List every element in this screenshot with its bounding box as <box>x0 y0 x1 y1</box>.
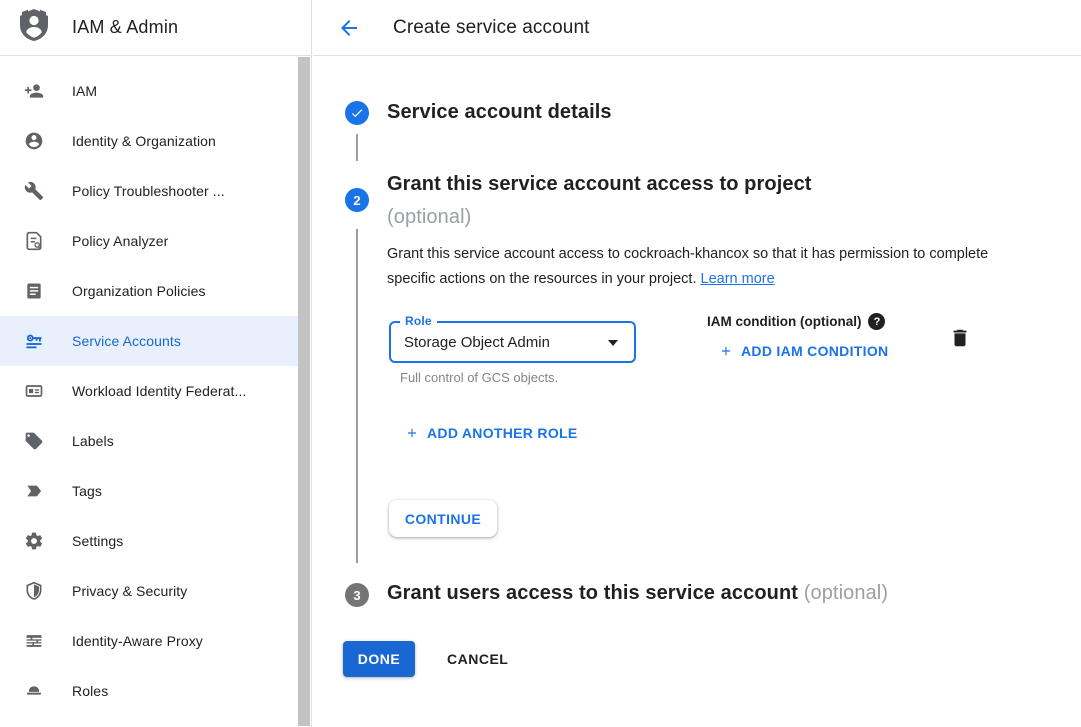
sidebar-item-privacy-security[interactable]: Privacy & Security <box>0 566 299 616</box>
continue-button[interactable]: CONTINUE <box>389 500 497 537</box>
proxy-icon <box>24 631 44 651</box>
role-select-value: Storage Object Admin <box>404 334 550 351</box>
wrench-icon <box>24 181 44 201</box>
help-icon[interactable]: ? <box>868 313 885 330</box>
sidebar-item-policy-troubleshooter[interactable]: Policy Troubleshooter ... <box>0 166 299 216</box>
sidebar-item-label: Policy Troubleshooter ... <box>72 183 225 199</box>
product-title: IAM & Admin <box>72 17 178 38</box>
dropdown-caret-icon <box>608 340 618 346</box>
card-icon <box>24 381 44 401</box>
delete-role-button[interactable] <box>949 326 971 350</box>
sidebar-item-labels[interactable]: Labels <box>0 416 299 466</box>
step3-number-badge: 3 <box>345 583 369 607</box>
page-title: Create service account <box>393 17 590 39</box>
sidebar-item-roles[interactable]: Roles <box>0 666 299 716</box>
sidebar-item-tags[interactable]: Tags <box>0 466 299 516</box>
step2-title[interactable]: Grant this service account access to pro… <box>387 168 812 234</box>
step2-description-text: Grant this service account access to coc… <box>387 246 988 287</box>
shield-half-icon <box>24 581 44 601</box>
sidebar-item-label: Service Accounts <box>72 333 181 349</box>
sidebar-item-iam[interactable]: IAM <box>0 66 299 116</box>
sidebar-item-label: Labels <box>72 433 114 449</box>
sidebar-item-policy-analyzer[interactable]: Policy Analyzer <box>0 216 299 266</box>
sidebar-item-label: Identity-Aware Proxy <box>72 633 203 649</box>
add-iam-condition-label: ADD IAM CONDITION <box>741 343 888 359</box>
step2-title-text: Grant this service account access to pro… <box>387 173 812 195</box>
account-circle-icon <box>24 131 44 151</box>
add-another-role-label: ADD ANOTHER ROLE <box>427 425 578 441</box>
sidebar: IAM & Admin IAM Identity & Organization … <box>0 0 312 727</box>
step3-title[interactable]: Grant users access to this service accou… <box>387 582 888 605</box>
step3-number: 3 <box>353 588 360 603</box>
step-connector <box>356 229 358 563</box>
sidebar-item-organization-policies[interactable]: Organization Policies <box>0 266 299 316</box>
person-add-icon <box>24 81 44 101</box>
role-select-label: Role <box>400 314 437 328</box>
step3-optional-label: (optional) <box>798 582 888 604</box>
step1-completed-icon <box>345 101 369 125</box>
service-account-key-icon <box>24 331 44 351</box>
cancel-button[interactable]: CANCEL <box>447 641 508 677</box>
iam-condition-label: IAM condition (optional) ? <box>707 313 885 330</box>
step2-optional-label: (optional) <box>387 206 471 228</box>
sidebar-item-identity-organization[interactable]: Identity & Organization <box>0 116 299 166</box>
document-icon <box>24 281 44 301</box>
hat-icon <box>24 681 44 701</box>
back-arrow-icon <box>337 16 361 40</box>
sidebar-header: IAM & Admin <box>0 0 311 56</box>
tag-arrow-icon <box>24 481 44 501</box>
plus-icon <box>719 344 733 358</box>
sidebar-item-label: Roles <box>72 683 108 699</box>
label-tag-icon <box>24 431 44 451</box>
add-iam-condition-button[interactable]: ADD IAM CONDITION <box>719 343 888 359</box>
check-icon <box>350 106 364 120</box>
step3-title-text: Grant users access to this service accou… <box>387 582 798 604</box>
back-button[interactable] <box>337 16 361 40</box>
sidebar-item-label: Identity & Organization <box>72 133 216 149</box>
create-service-account-form: Service account details 2 Grant this ser… <box>312 56 1081 727</box>
document-search-icon <box>24 231 44 251</box>
role-select[interactable]: Role Storage Object Admin <box>389 321 636 363</box>
sidebar-item-label: Privacy & Security <box>72 583 187 599</box>
page-header: Create service account <box>313 0 1081 56</box>
step1-title[interactable]: Service account details <box>387 101 612 124</box>
step2-number-badge: 2 <box>345 188 369 212</box>
sidebar-item-label: Workload Identity Federat... <box>72 383 247 399</box>
iam-condition-label-text: IAM condition (optional) <box>707 314 861 329</box>
trash-icon <box>949 326 971 350</box>
plus-icon <box>405 426 419 440</box>
step2-number: 2 <box>353 193 360 208</box>
sidebar-item-workload-identity-federation[interactable]: Workload Identity Federat... <box>0 366 299 416</box>
role-helper-text: Full control of GCS objects. <box>400 370 558 385</box>
sidebar-item-label: IAM <box>72 83 97 99</box>
sidebar-scrollbar[interactable] <box>298 57 310 726</box>
sidebar-item-service-accounts[interactable]: Service Accounts <box>0 316 299 366</box>
step2-description: Grant this service account access to coc… <box>387 242 991 292</box>
done-button[interactable]: DONE <box>343 641 415 677</box>
iam-admin-logo-icon <box>20 9 48 46</box>
add-another-role-button[interactable]: ADD ANOTHER ROLE <box>405 425 578 441</box>
sidebar-item-settings[interactable]: Settings <box>0 516 299 566</box>
sidebar-item-identity-aware-proxy[interactable]: Identity-Aware Proxy <box>0 616 299 666</box>
learn-more-link[interactable]: Learn more <box>701 271 775 287</box>
sidebar-item-label: Policy Analyzer <box>72 233 168 249</box>
sidebar-nav: IAM Identity & Organization Policy Troub… <box>0 56 311 716</box>
sidebar-item-label: Tags <box>72 483 102 499</box>
sidebar-item-label: Settings <box>72 533 123 549</box>
step-connector <box>356 134 358 161</box>
gear-icon <box>24 531 44 551</box>
sidebar-item-label: Organization Policies <box>72 283 206 299</box>
